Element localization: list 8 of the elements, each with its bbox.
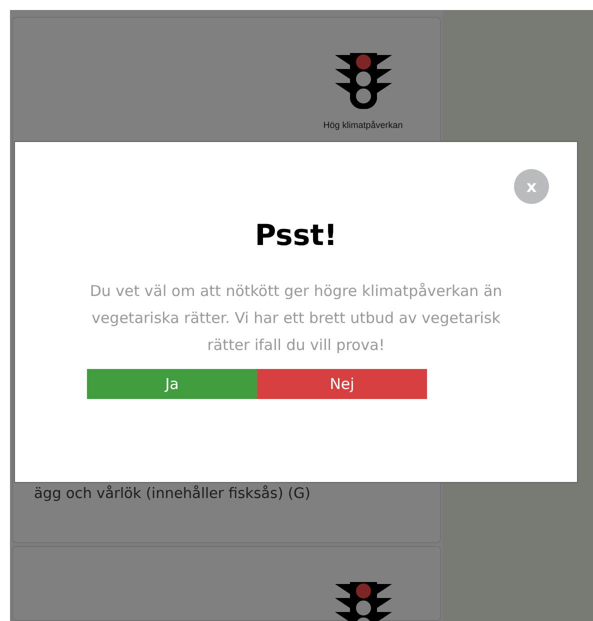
no-button[interactable]: Nej <box>257 368 427 399</box>
dish-description: ägg och vårlök (innehåller fisksås) (G) <box>34 484 310 504</box>
modal-title: Psst! <box>254 218 338 253</box>
yes-button[interactable]: Ja <box>87 368 257 399</box>
modal-message: Du vet väl om att nötkött ger högre klimatpåverkan än vegetariska rätter. Vi har ett brett utbud av vegetarisk rätter ifall du vill prova! <box>88 280 504 356</box>
close-button[interactable]: x <box>514 169 549 204</box>
traffic-light-icon <box>334 51 392 109</box>
impact-label: Hög klimatpåverkan <box>323 119 403 132</box>
